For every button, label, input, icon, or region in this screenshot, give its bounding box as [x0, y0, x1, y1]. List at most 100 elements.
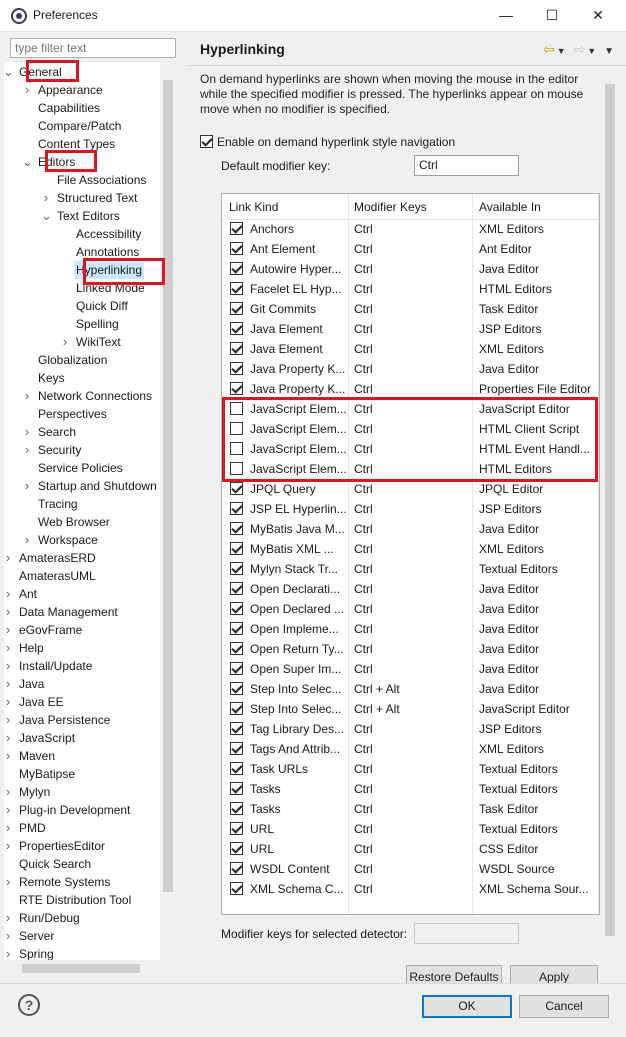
row-checkbox[interactable]	[230, 882, 243, 895]
header-link-kind[interactable]: Link Kind	[229, 200, 278, 214]
tree-item[interactable]: PMD	[19, 819, 46, 837]
chevron-right-icon[interactable]: ›	[4, 909, 13, 927]
row-checkbox[interactable]	[230, 222, 243, 235]
tree-item[interactable]: Text Editors	[57, 207, 120, 225]
row-checkbox[interactable]	[230, 322, 243, 335]
tree-item[interactable]: Startup and Shutdown	[38, 477, 157, 495]
tree-item[interactable]: Capabilities	[38, 99, 100, 117]
row-checkbox[interactable]	[230, 502, 243, 515]
table-row[interactable]: Git Commits Ctrl Task Editor	[222, 299, 599, 319]
row-checkbox[interactable]	[230, 602, 243, 615]
tree-item[interactable]: Perspectives	[38, 405, 107, 423]
row-checkbox[interactable]	[230, 802, 243, 815]
row-checkbox[interactable]	[230, 702, 243, 715]
row-checkbox[interactable]	[230, 382, 243, 395]
chevron-right-icon[interactable]: ›	[22, 531, 32, 549]
header-modifier-keys[interactable]: Modifier Keys	[354, 200, 427, 214]
table-row[interactable]: URL Ctrl Textual Editors	[222, 819, 599, 839]
tree-item[interactable]: Java	[19, 675, 44, 693]
tree-item[interactable]: Spring	[19, 945, 54, 960]
row-checkbox[interactable]	[230, 622, 243, 635]
row-checkbox[interactable]	[230, 242, 243, 255]
tree-item[interactable]: Globalization	[38, 351, 107, 369]
table-row[interactable]: Anchors Ctrl XML Editors	[222, 219, 599, 239]
tree-item[interactable]: Plug-in Development	[19, 801, 130, 819]
table-row[interactable]: Task URLs Ctrl Textual Editors	[222, 759, 599, 779]
chevron-right-icon[interactable]: ›	[4, 549, 13, 567]
table-row[interactable]: Facelet EL Hyp... Ctrl HTML Editors	[222, 279, 599, 299]
row-checkbox[interactable]	[230, 662, 243, 675]
table-row[interactable]: Tasks Ctrl Textual Editors	[222, 779, 599, 799]
table-row[interactable]: Open Return Ty... Ctrl Java Editor	[222, 639, 599, 659]
chevron-right-icon[interactable]: ›	[4, 927, 13, 945]
table-row[interactable]: Tag Library Des... Ctrl JSP Editors	[222, 719, 599, 739]
tree-item[interactable]: RTE Distribution Tool	[19, 891, 131, 909]
tree-item[interactable]: Workspace	[38, 531, 98, 549]
cancel-button[interactable]: Cancel	[519, 995, 609, 1018]
table-row[interactable]: Open Impleme... Ctrl Java Editor	[222, 619, 599, 639]
row-checkbox[interactable]	[230, 862, 243, 875]
row-checkbox[interactable]	[230, 822, 243, 835]
table-row[interactable]: Step Into Selec... Ctrl + Alt Java Editor	[222, 679, 599, 699]
table-row[interactable]: Open Declarati... Ctrl Java Editor	[222, 579, 599, 599]
scroll-thumb[interactable]	[22, 964, 140, 973]
page-vertical-scrollbar[interactable]	[602, 68, 618, 940]
table-row[interactable]: XML Schema C... Ctrl XML Schema Sour...	[222, 879, 599, 899]
row-checkbox[interactable]	[230, 282, 243, 295]
row-checkbox[interactable]	[230, 522, 243, 535]
scroll-thumb[interactable]	[605, 84, 615, 936]
tree-item[interactable]: Server	[19, 927, 54, 945]
tree-item[interactable]: JavaScript	[19, 729, 75, 747]
enable-hyperlink-checkbox[interactable]: Enable on demand hyperlink style navigat…	[200, 134, 455, 149]
tree-item[interactable]: Compare/Patch	[38, 117, 121, 135]
row-checkbox[interactable]	[230, 642, 243, 655]
tree-item[interactable]: Mylyn	[19, 783, 50, 801]
chevron-right-icon[interactable]: ›	[60, 333, 70, 351]
chevron-right-icon[interactable]: ›	[22, 477, 32, 495]
table-row[interactable]: Open Super Im... Ctrl Java Editor	[222, 659, 599, 679]
chevron-right-icon[interactable]: ›	[41, 189, 51, 207]
close-button[interactable]: ✕	[578, 4, 618, 26]
tree-item[interactable]: Tracing	[38, 495, 78, 513]
chevron-right-icon[interactable]: ›	[4, 837, 13, 855]
tree-item[interactable]: Quick Diff	[76, 297, 128, 315]
tree-item[interactable]: eGovFrame	[19, 621, 82, 639]
row-checkbox[interactable]	[230, 842, 243, 855]
tree-item[interactable]: WikiText	[76, 333, 121, 351]
table-row[interactable]: Open Declared ... Ctrl Java Editor	[222, 599, 599, 619]
tree-item[interactable]: Security	[38, 441, 81, 459]
tree-item[interactable]: Run/Debug	[19, 909, 80, 927]
chevron-right-icon[interactable]: ›	[4, 621, 13, 639]
row-checkbox[interactable]	[230, 782, 243, 795]
row-checkbox[interactable]	[230, 682, 243, 695]
tree-item[interactable]: Java EE	[19, 693, 64, 711]
tree-item[interactable]: File Associations	[57, 171, 146, 189]
tree-item[interactable]: Web Browser	[38, 513, 110, 531]
help-icon[interactable]: ?	[18, 994, 40, 1016]
tree-item[interactable]: Help	[19, 639, 44, 657]
table-row[interactable]: Step Into Selec... Ctrl + Alt JavaScript E…	[222, 699, 599, 719]
row-checkbox[interactable]	[230, 482, 243, 495]
table-row[interactable]: Mylyn Stack Tr... Ctrl Textual Editors	[222, 559, 599, 579]
chevron-right-icon[interactable]: ›	[4, 945, 13, 960]
row-checkbox[interactable]	[230, 362, 243, 375]
tree-item[interactable]: Install/Update	[19, 657, 92, 675]
table-row[interactable]: URL Ctrl CSS Editor	[222, 839, 599, 859]
chevron-right-icon[interactable]: ›	[4, 585, 13, 603]
tree-item[interactable]: Keys	[38, 369, 65, 387]
chevron-down-icon[interactable]: ⌄	[4, 63, 14, 81]
chevron-right-icon[interactable]: ›	[4, 747, 13, 765]
chevron-right-icon[interactable]: ›	[22, 387, 32, 405]
header-available-in[interactable]: Available In	[479, 200, 541, 214]
chevron-down-icon[interactable]: ⌄	[41, 207, 52, 225]
view-menu-icon[interactable]: ▼	[604, 46, 616, 57]
link-kind-table[interactable]: Link Kind Modifier Keys Available In Anc…	[221, 193, 600, 915]
chevron-right-icon[interactable]: ›	[4, 801, 13, 819]
chevron-right-icon[interactable]: ›	[4, 693, 13, 711]
default-modifier-input[interactable]: Ctrl	[414, 155, 519, 176]
chevron-right-icon[interactable]: ›	[4, 675, 13, 693]
chevron-right-icon[interactable]: ›	[4, 639, 13, 657]
row-checkbox[interactable]	[230, 262, 243, 275]
row-checkbox[interactable]	[230, 562, 243, 575]
apply-button[interactable]: Apply	[510, 965, 598, 983]
